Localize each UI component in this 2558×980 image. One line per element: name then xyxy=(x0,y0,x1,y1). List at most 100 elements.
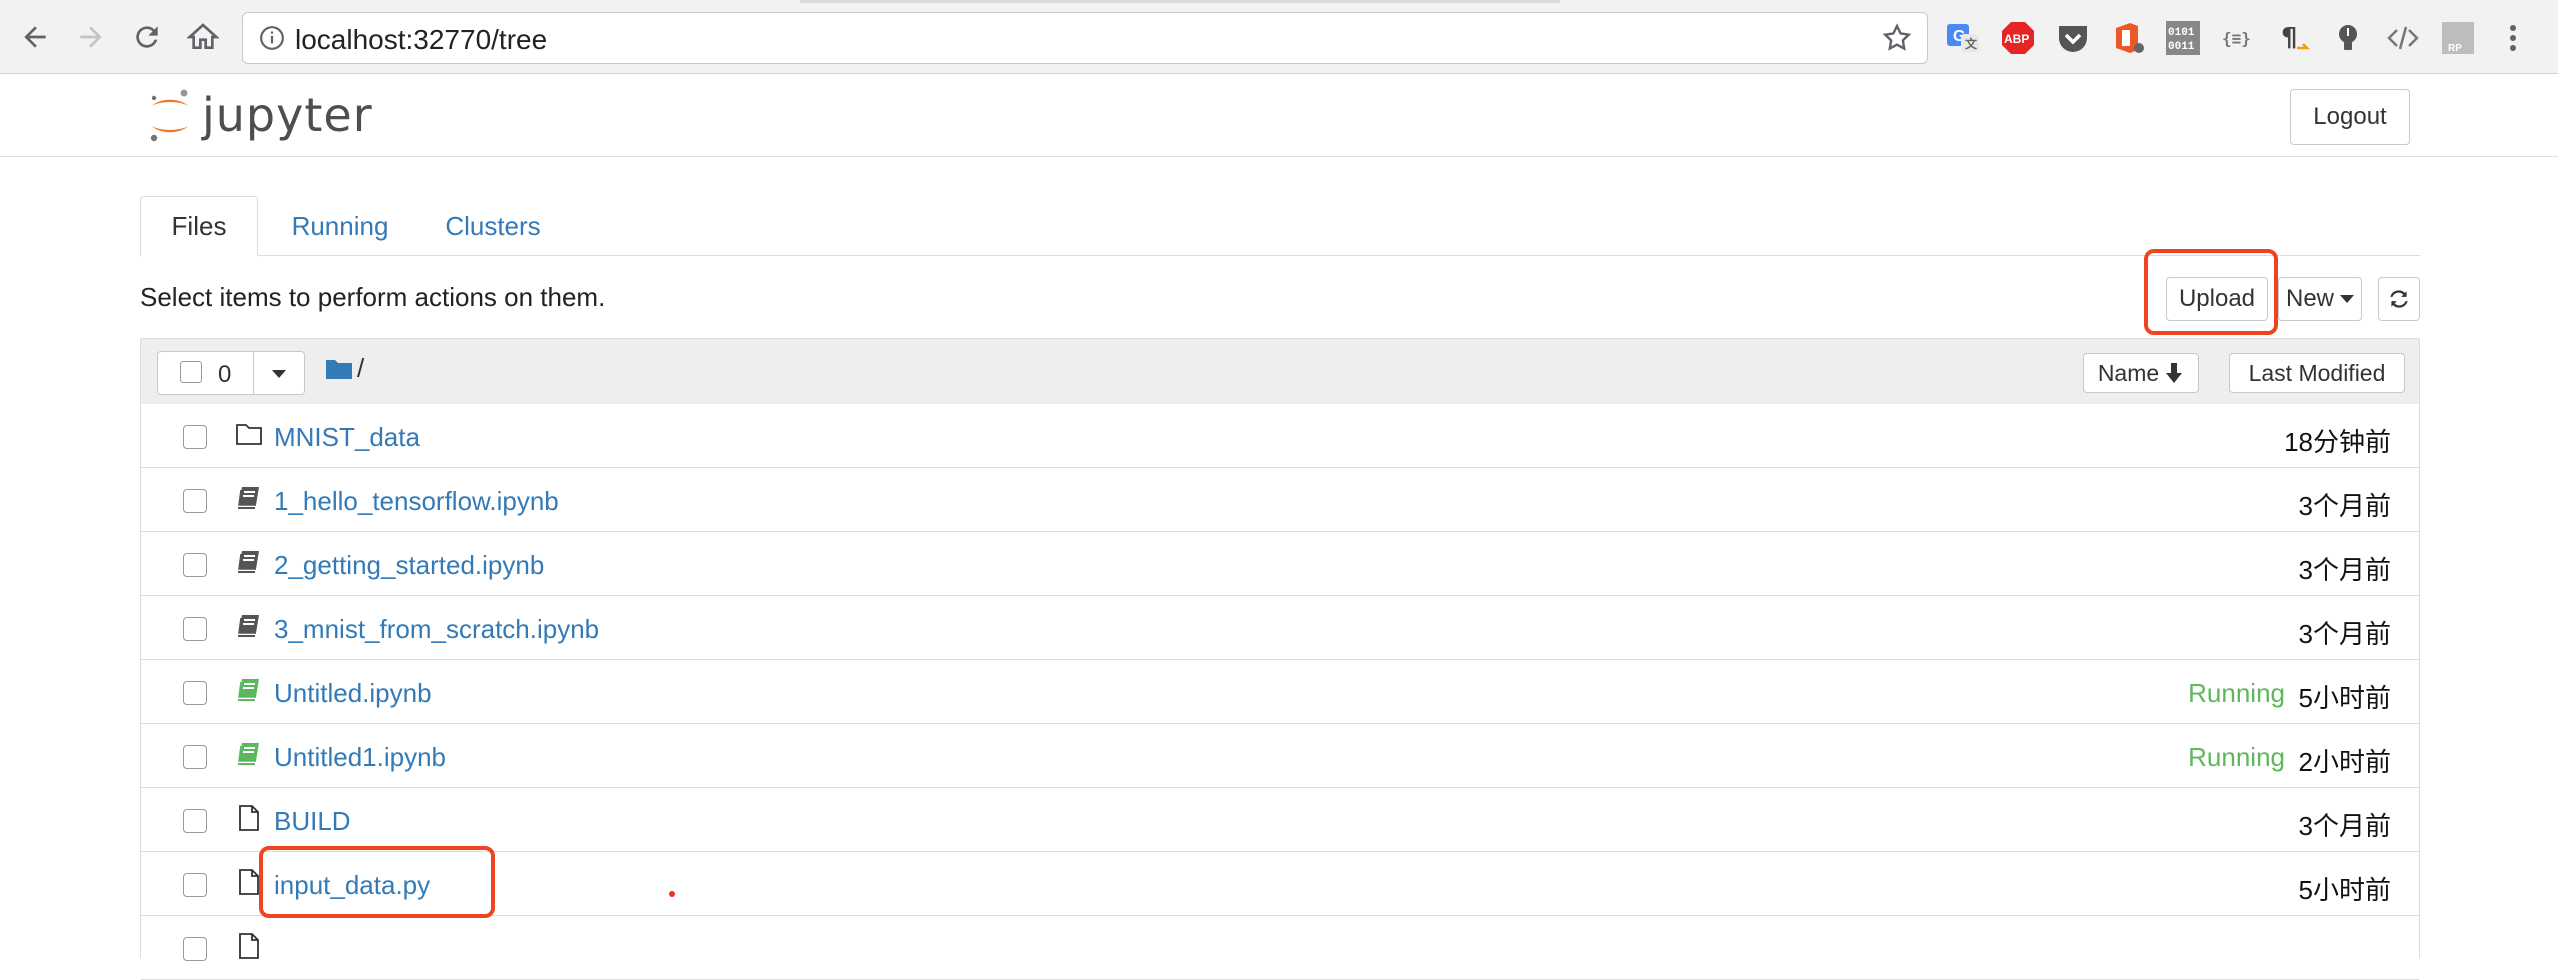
new-dropdown-button[interactable]: New xyxy=(2278,277,2362,321)
pocket-icon[interactable] xyxy=(2054,19,2092,57)
notebook-icon xyxy=(235,612,263,640)
file-checkbox[interactable] xyxy=(183,489,207,513)
breadcrumb-root[interactable]: / xyxy=(357,353,364,384)
binary-icon[interactable]: 0101 0011 xyxy=(2164,19,2202,57)
svg-text:0011: 0011 xyxy=(2168,41,2195,53)
file-row[interactable]: BUILD 3个月前 xyxy=(141,788,2419,852)
file-row[interactable]: MNIST_data 18分钟前 xyxy=(141,404,2419,468)
jupyter-logo-icon xyxy=(150,89,188,142)
file-checkbox[interactable] xyxy=(183,873,207,897)
last-modified: 3个月前 xyxy=(2298,491,2391,521)
select-divider xyxy=(253,352,254,394)
jupyter-logo-text: jupyter xyxy=(202,88,373,142)
file-checkbox[interactable] xyxy=(183,553,207,577)
folder-icon xyxy=(326,360,352,379)
tab-clusters[interactable]: Clusters xyxy=(428,196,558,256)
select-all-checkbox[interactable] xyxy=(180,361,202,383)
home-icon xyxy=(187,23,219,49)
refresh-button[interactable] xyxy=(2378,277,2420,321)
select-all-dropdown[interactable]: 0 xyxy=(157,351,305,395)
upload-highlight-box xyxy=(2144,249,2278,335)
adblock-icon[interactable]: ABP xyxy=(1999,19,2037,57)
file-list-header: 0 / Name Last Modified xyxy=(141,339,2419,405)
file-checkbox[interactable] xyxy=(183,617,207,641)
refresh-icon xyxy=(2390,290,2408,308)
svg-text:文: 文 xyxy=(1965,36,1978,51)
file-name-link[interactable]: 2_getting_started.ipynb xyxy=(274,550,544,581)
file-name-link[interactable]: BUILD xyxy=(274,806,351,837)
svg-text:¶: ¶ xyxy=(2281,23,2298,53)
browser-menu-icon[interactable] xyxy=(2494,19,2532,57)
browser-toolbar: localhost:32770/tree G文 ABP 0101 0011 {≡}… xyxy=(0,0,2558,74)
forward-arrow-icon xyxy=(80,26,102,48)
google-translate-icon[interactable]: G文 xyxy=(1944,19,1982,57)
file-checkbox[interactable] xyxy=(183,425,207,449)
reload-button[interactable] xyxy=(124,14,170,60)
back-arrow-icon xyxy=(24,26,46,48)
jupyter-logo[interactable]: jupyter xyxy=(146,85,373,145)
file-checkbox[interactable] xyxy=(183,937,207,961)
file-name-link[interactable]: MNIST_data xyxy=(274,422,420,453)
file-row[interactable]: Untitled1.ipynb Running 2小时前 xyxy=(141,724,2419,788)
office-icon[interactable] xyxy=(2109,19,2147,57)
svg-text:0101: 0101 xyxy=(2168,27,2195,39)
back-button[interactable] xyxy=(12,14,58,60)
tab-files[interactable]: Files xyxy=(140,196,258,257)
paragraph-icon[interactable]: ¶ xyxy=(2274,19,2312,57)
file-row[interactable]: 2_getting_started.ipynb 3个月前 xyxy=(141,532,2419,596)
svg-text:{≡}: {≡} xyxy=(2222,29,2251,48)
reload-icon xyxy=(136,26,158,48)
sort-by-modified-button[interactable]: Last Modified xyxy=(2229,353,2405,393)
sort-by-name-button[interactable]: Name xyxy=(2083,353,2199,393)
tab-bar: Files Running Clusters xyxy=(140,196,2420,257)
selected-count: 0 xyxy=(218,361,232,388)
notebook-icon xyxy=(235,484,263,512)
jupyter-header: jupyter Logout xyxy=(0,75,2558,157)
forward-button[interactable] xyxy=(68,14,114,60)
folder-icon xyxy=(235,420,263,448)
last-modified: 5小时前 xyxy=(2298,683,2391,713)
running-status: Running xyxy=(2188,678,2285,708)
sort-name-label: Name xyxy=(2097,359,2160,386)
selection-hint: Select items to perform actions on them. xyxy=(140,282,606,312)
extensions-bar: G文 ABP 0101 0011 {≡} ¶ RP xyxy=(1944,16,2549,60)
last-modified: 18分钟前 xyxy=(2284,427,2391,457)
svg-text:RP: RP xyxy=(2448,43,2462,54)
file-row[interactable]: Untitled.ipynb Running 5小时前 xyxy=(141,660,2419,724)
file-name-link[interactable]: Untitled.ipynb xyxy=(274,678,432,709)
logout-button[interactable]: Logout xyxy=(2290,89,2410,145)
file-name-link[interactable]: 3_mnist_from_scratch.ipynb xyxy=(274,614,599,645)
address-bar[interactable]: localhost:32770/tree xyxy=(242,12,1928,64)
last-modified: 3个月前 xyxy=(2298,555,2391,585)
file-name-link[interactable]: Untitled1.ipynb xyxy=(274,742,446,773)
notebook-icon xyxy=(235,548,263,576)
file-row[interactable]: 1_hello_tensorflow.ipynb 3个月前 xyxy=(141,468,2419,532)
bookmark-star-icon[interactable] xyxy=(1881,22,1913,54)
notebook-running-icon xyxy=(235,676,263,704)
json-icon[interactable]: {≡} xyxy=(2219,19,2257,57)
file-highlight-box xyxy=(259,846,495,918)
code-icon[interactable] xyxy=(2384,19,2422,57)
file-checkbox[interactable] xyxy=(183,809,207,833)
file-icon xyxy=(235,804,263,832)
running-status: Running xyxy=(2188,742,2285,772)
new-button-label: New xyxy=(2285,285,2334,312)
chevron-down-icon[interactable] xyxy=(272,370,286,378)
info-icon[interactable] xyxy=(259,25,285,51)
file-checkbox[interactable] xyxy=(183,745,207,769)
home-button[interactable] xyxy=(180,14,226,60)
svg-text:ABP: ABP xyxy=(2004,32,2029,46)
file-row[interactable] xyxy=(141,916,2419,980)
cursor-dot xyxy=(669,891,675,897)
file-row[interactable]: 3_mnist_from_scratch.ipynb 3个月前 xyxy=(141,596,2419,660)
file-name-link[interactable]: 1_hello_tensorflow.ipynb xyxy=(274,486,559,517)
url-text: localhost:32770/tree xyxy=(295,24,548,55)
last-modified: 3个月前 xyxy=(2298,619,2391,649)
arrow-down-icon xyxy=(2166,363,2183,383)
last-modified: 5小时前 xyxy=(2298,875,2391,905)
lightbulb-icon[interactable] xyxy=(2329,19,2367,57)
tab-running[interactable]: Running xyxy=(278,196,402,256)
rp-icon[interactable]: RP xyxy=(2439,19,2477,57)
tab-strip-edge xyxy=(800,0,1560,3)
file-checkbox[interactable] xyxy=(183,681,207,705)
